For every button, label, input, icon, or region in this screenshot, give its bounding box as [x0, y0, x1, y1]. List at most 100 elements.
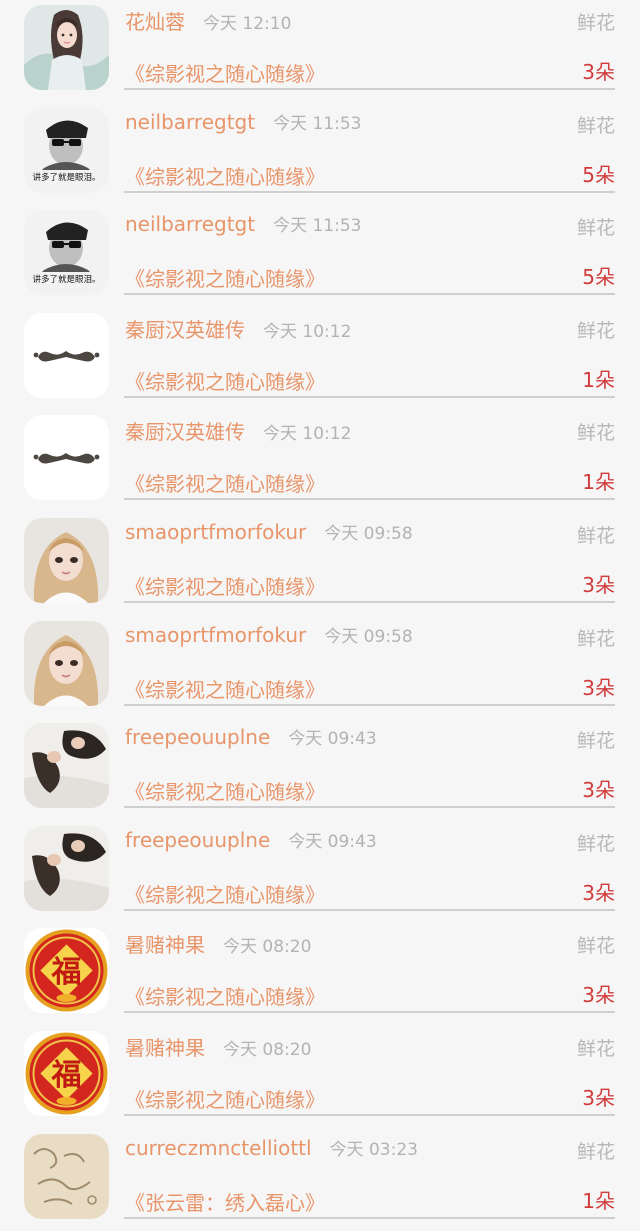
sender-name-line: smaoprtfmorfokur 今天 09:58 [125, 622, 413, 647]
list-item[interactable]: freepeouuplne 今天 09:43 鲜花 《综影视之随心随缘》 3朵 [0, 718, 640, 821]
gift-count: 5朵 [582, 162, 615, 187]
book-title[interactable]: 《综影视之随心随缘》 [125, 1084, 325, 1113]
sender-name[interactable]: neilbarregtgt [125, 212, 255, 236]
book-title[interactable]: 《综影视之随心随缘》 [125, 161, 325, 190]
gift-type: 鲜花 [576, 319, 615, 342]
sender-name-line: freepeouuplne 今天 09:43 [125, 724, 377, 749]
sender-name[interactable]: freepeouuplne [125, 828, 270, 852]
sand-writing-icon [24, 1133, 109, 1219]
divider [124, 395, 615, 398]
sender-name[interactable]: 花灿蓉 [125, 10, 185, 34]
avatar[interactable] [24, 517, 109, 603]
sender-name[interactable]: curreczmnctelliottl [125, 1136, 312, 1160]
timestamp: 今天 12:10 [203, 14, 292, 34]
sender-name-line: 暑赌神果 今天 08:20 [125, 1032, 311, 1061]
lying-figure-icon [24, 723, 109, 809]
gift-count: 1朵 [582, 367, 615, 392]
timestamp: 今天 08:20 [223, 937, 312, 958]
gift-type: 鲜花 [576, 832, 615, 855]
gift-count: 3朵 [582, 572, 615, 597]
fu-character-icon: 福 [24, 928, 109, 1014]
book-title[interactable]: 《综影视之随心随缘》 [125, 58, 325, 87]
list-item[interactable]: freepeouuplne 今天 09:43 鲜花 《综影视之随心随缘》 3朵 [0, 821, 640, 924]
gift-count: 3朵 [582, 880, 615, 905]
timestamp: 今天 03:23 [329, 1139, 418, 1160]
timestamp: 今天 09:43 [288, 729, 377, 750]
divider [124, 1011, 615, 1014]
book-title[interactable]: 《综影视之随心随缘》 [125, 366, 325, 395]
avatar[interactable] [24, 415, 109, 501]
avatar[interactable] [24, 723, 109, 809]
divider [124, 88, 615, 90]
sender-name-line: 暑赌神果 今天 08:20 [125, 929, 311, 958]
sender-name[interactable]: 秦厨汉英雄传 [125, 318, 245, 342]
sender-name-line: smaoprtfmorfokur 今天 09:58 [125, 519, 413, 544]
gift-type: 鲜花 [576, 114, 615, 137]
avatar[interactable] [24, 312, 109, 398]
book-title[interactable]: 《综影视之随心随缘》 [125, 571, 325, 600]
gift-count: 3朵 [582, 60, 615, 84]
girl-icon [24, 5, 109, 90]
list-item[interactable]: smaoprtfmorfokur 今天 09:58 鲜花 《综影视之随心随缘》 3… [0, 513, 640, 616]
timestamp: 今天 11:53 [273, 113, 362, 134]
gift-count: 1朵 [582, 1188, 615, 1213]
book-title[interactable]: 《综影视之随心随缘》 [125, 879, 325, 908]
timestamp: 今天 11:53 [273, 216, 362, 237]
sender-name-line: 秦厨汉英雄传 今天 10:12 [125, 416, 351, 445]
avatar[interactable] [24, 620, 109, 706]
avatar[interactable] [24, 5, 109, 90]
timestamp: 今天 09:58 [324, 523, 413, 544]
list-item[interactable]: 讲多了就是眼泪。 neilbarregtgt 今天 11:53 鲜花 《综影视之随… [0, 205, 640, 308]
list-item[interactable]: 秦厨汉英雄传 今天 10:12 鲜花 《综影视之随心随缘》 1朵 [0, 410, 640, 513]
avatar[interactable] [24, 1133, 109, 1219]
book-title[interactable]: 《综影视之随心随缘》 [125, 263, 325, 292]
sender-name[interactable]: 暑赌神果 [125, 933, 205, 957]
sender-name-line: 秦厨汉英雄传 今天 10:12 [125, 314, 351, 343]
sender-name-line: curreczmnctelliottl 今天 03:23 [125, 1135, 418, 1160]
avatar[interactable]: 讲多了就是眼泪。 [24, 210, 109, 296]
gift-count: 1朵 [582, 470, 615, 495]
sender-name[interactable]: smaoprtfmorfokur [125, 520, 306, 544]
list-item[interactable]: 讲多了就是眼泪。 neilbarregtgt 今天 11:53 鲜花 《综影视之随… [0, 103, 640, 206]
divider [124, 600, 615, 603]
gift-type: 鲜花 [576, 524, 615, 547]
gift-type: 鲜花 [576, 730, 615, 753]
gift-type: 鲜花 [576, 422, 615, 445]
book-title[interactable]: 《综影视之随心随缘》 [125, 981, 325, 1010]
sender-name-line: neilbarregtgt 今天 11:53 [125, 109, 361, 134]
avatar[interactable]: 讲多了就是眼泪。 [24, 107, 109, 193]
sender-name[interactable]: smaoprtfmorfokur [125, 623, 306, 647]
list-item[interactable]: 花灿蓉 今天 12:10 鲜花 《综影视之随心随缘》 3朵 [0, 0, 640, 103]
avatar[interactable] [24, 825, 109, 911]
timestamp: 今天 10:12 [263, 321, 352, 342]
sender-name[interactable]: freepeouuplne [125, 725, 270, 749]
gift-count: 3朵 [582, 778, 615, 803]
list-item[interactable]: 福 暑赌神果 今天 08:20 鲜花 《综影视之随心随缘》 3朵 [0, 1026, 640, 1129]
divider [124, 498, 615, 501]
list-item[interactable]: 福 暑赌神果 今天 08:20 鲜花 《综影视之随心随缘》 3朵 [0, 923, 640, 1026]
blonde-selfie-icon [24, 620, 109, 706]
timestamp: 今天 09:58 [324, 626, 413, 647]
gift-type: 鲜花 [576, 627, 615, 650]
gift-type: 鲜花 [576, 935, 615, 958]
fu-character-icon: 福 [24, 1030, 109, 1116]
divider [124, 293, 615, 296]
sender-name[interactable]: neilbarregtgt [125, 110, 255, 134]
timestamp: 今天 10:12 [263, 424, 352, 445]
list-item[interactable]: smaoprtfmorfokur 今天 09:58 鲜花 《综影视之随心随缘》 3… [0, 616, 640, 719]
mustache-icon [24, 312, 109, 398]
list-item[interactable]: curreczmnctelliottl 今天 03:23 鲜花 《张云雷：绣入磊心… [0, 1129, 640, 1231]
avatar[interactable]: 福 [24, 928, 109, 1014]
divider [124, 806, 615, 809]
sender-name[interactable]: 秦厨汉英雄传 [125, 420, 245, 444]
list-item[interactable]: 秦厨汉英雄传 今天 10:12 鲜花 《综影视之随心随缘》 1朵 [0, 308, 640, 411]
book-title[interactable]: 《综影视之随心随缘》 [125, 468, 325, 497]
avatar[interactable]: 福 [24, 1030, 109, 1116]
gift-type: 鲜花 [576, 1037, 615, 1060]
gift-count: 3朵 [582, 675, 615, 700]
book-title[interactable]: 《张云雷：绣入磊心》 [125, 1187, 325, 1216]
book-title[interactable]: 《综影视之随心随缘》 [125, 776, 325, 805]
book-title[interactable]: 《综影视之随心随缘》 [125, 674, 325, 703]
divider [124, 703, 615, 706]
sender-name[interactable]: 暑赌神果 [125, 1036, 205, 1060]
